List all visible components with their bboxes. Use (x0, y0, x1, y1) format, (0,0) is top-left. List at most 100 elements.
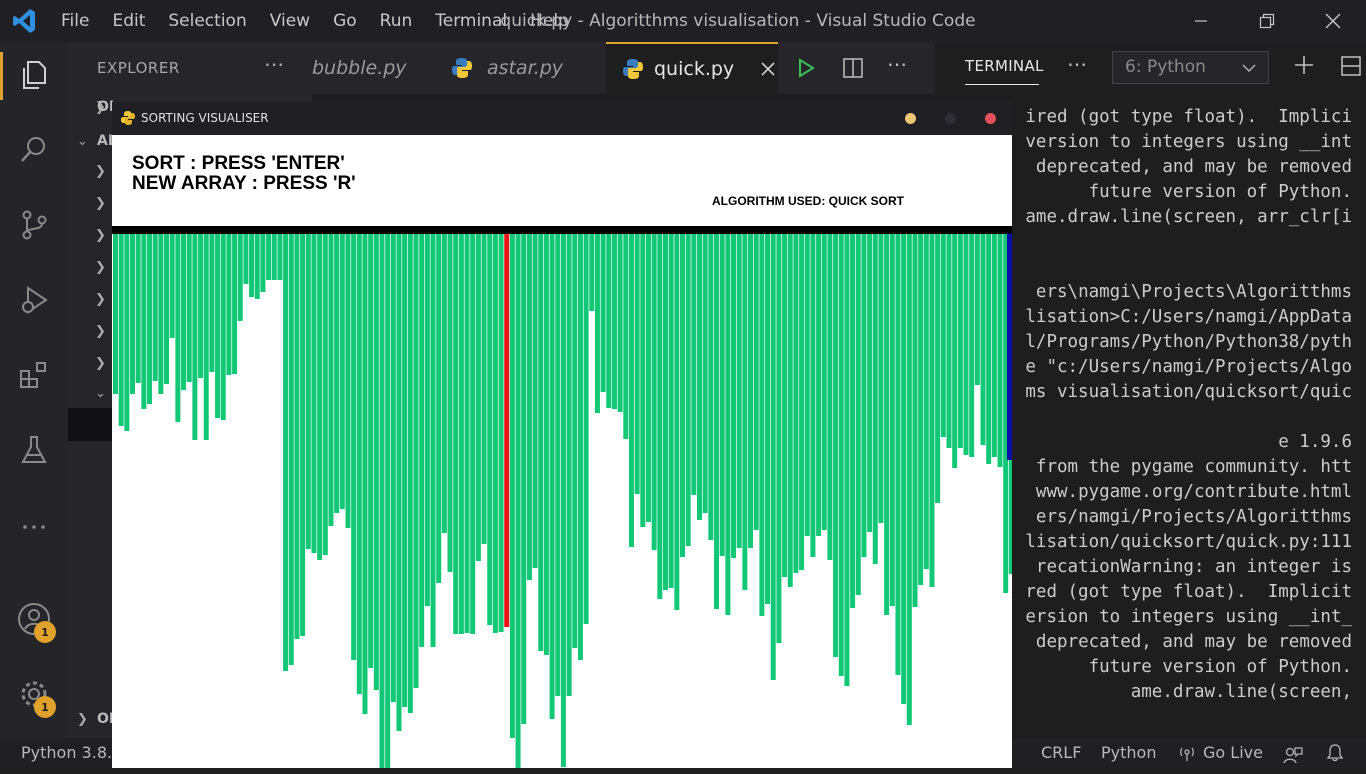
testing-icon[interactable] (14, 430, 54, 470)
array-bar (509, 234, 515, 738)
tab-bubble[interactable]: bubble.py (312, 42, 434, 94)
explorer-more-icon[interactable]: ⋯ (264, 52, 284, 76)
go-live-button[interactable]: Go Live (1178, 738, 1263, 768)
account-badge: 1 (34, 621, 56, 643)
array-bar (623, 234, 629, 439)
close-tab-icon[interactable] (760, 61, 776, 77)
array-bar (691, 234, 697, 495)
array-bar (572, 234, 578, 648)
array-bar (124, 234, 130, 431)
array-bar (458, 234, 464, 634)
array-bar (243, 234, 249, 284)
array-bar (254, 234, 260, 299)
array-bar (147, 234, 153, 404)
extensions-icon[interactable] (14, 355, 54, 395)
feedback-icon[interactable] (1283, 744, 1303, 764)
array-bar (912, 234, 918, 607)
restore-icon[interactable] (1234, 0, 1300, 42)
editor-tabs: bubble.py astar.py quick.py ⋯ (312, 42, 935, 94)
array-bar (991, 234, 997, 457)
array-bar (317, 234, 323, 560)
array-bar (963, 234, 969, 455)
split-terminal-icon[interactable] (1340, 55, 1362, 81)
folder-chevron-icon[interactable]: ❯ (95, 356, 106, 371)
folder-chevron-icon[interactable]: ❯ (95, 164, 106, 179)
folder-open-chevron-icon[interactable]: ⌄ (95, 386, 106, 401)
minimize-icon[interactable] (1168, 0, 1234, 42)
array-bar (748, 234, 754, 548)
array-bar (651, 234, 657, 550)
array-bar (901, 234, 907, 704)
files-icon[interactable] (14, 55, 54, 95)
pygame-title-bar[interactable]: SORTING VISUALISER (112, 102, 1012, 135)
pygame-window-title: SORTING VISUALISER (141, 111, 269, 125)
array-bar (742, 234, 748, 590)
eol-indicator[interactable]: CRLF (1041, 738, 1081, 768)
terminal-select[interactable]: 6: Python (1112, 51, 1269, 84)
array-bar (470, 234, 476, 634)
language-mode[interactable]: Python (1101, 738, 1156, 768)
array-bar (368, 234, 374, 668)
array-bar (600, 234, 606, 392)
folder-chevron-icon[interactable]: ❯ (95, 324, 106, 339)
new-terminal-icon[interactable] (1293, 54, 1315, 80)
array-bar (577, 234, 583, 660)
array-bar (594, 234, 600, 413)
search-icon[interactable] (14, 130, 54, 170)
array-bar (521, 234, 527, 724)
array-bar (158, 234, 164, 394)
array-bar (736, 234, 742, 548)
array-bar (407, 234, 413, 713)
array-bar (492, 234, 498, 633)
array-bar (362, 234, 368, 714)
array-bar (334, 234, 340, 513)
run-file-icon[interactable] (795, 57, 817, 83)
array-bar (770, 234, 776, 680)
run-debug-icon[interactable] (14, 280, 54, 320)
tab-quick[interactable]: quick.py (606, 42, 778, 94)
array-bar (413, 234, 419, 688)
tab-astar[interactable]: astar.py (434, 42, 606, 94)
maximize-dot-icon[interactable] (945, 113, 956, 124)
array-bars (113, 234, 1012, 768)
array-bar (215, 234, 221, 418)
source-control-icon[interactable] (14, 205, 54, 245)
array-bar (827, 234, 833, 560)
sorting-visualiser-window[interactable]: SORTING VISUALISER SORT : PRESS 'ENTER' … (112, 102, 1012, 768)
array-bar (390, 234, 396, 702)
array-bar (929, 234, 935, 587)
close-dot-icon[interactable] (985, 113, 996, 124)
array-bar (300, 234, 306, 636)
array-bar (453, 234, 459, 634)
current-bar (1007, 234, 1012, 460)
array-bar (776, 234, 782, 643)
array-bar (804, 234, 810, 536)
folder-chevron-icon[interactable]: ❯ (95, 292, 106, 307)
split-editor-icon[interactable] (842, 57, 864, 83)
python-interpreter[interactable]: Python 3.8.5 (21, 738, 122, 768)
array-bar (130, 234, 136, 394)
array-bar (311, 234, 317, 553)
tab-terminal[interactable]: TERMINAL (965, 57, 1044, 75)
editor-more-icon[interactable]: ⋯ (887, 52, 907, 76)
minimize-dot-icon[interactable] (905, 113, 916, 124)
chevron-right-icon[interactable]: ❯ (77, 712, 88, 727)
array-bar (969, 234, 975, 457)
array-bar (589, 234, 595, 311)
array-bar (838, 234, 844, 676)
chevron-down-icon[interactable]: ⌄ (77, 134, 88, 149)
array-bar (385, 234, 391, 768)
array-bar (782, 234, 788, 577)
array-bar (396, 234, 402, 731)
folder-chevron-icon[interactable]: ❯ (95, 260, 106, 275)
activity-bar: 1 1 (0, 42, 68, 738)
array-bar (918, 234, 924, 585)
notifications-bell-icon[interactable] (1326, 743, 1344, 763)
close-icon[interactable] (1300, 0, 1366, 42)
folder-chevron-icon[interactable]: ❯ (95, 196, 106, 211)
array-bar (884, 234, 890, 615)
more-icon[interactable] (14, 505, 54, 545)
panel-more-icon[interactable]: ⋯ (1067, 52, 1087, 76)
array-bar (946, 234, 952, 448)
folder-chevron-icon[interactable]: ❯ (95, 228, 106, 243)
